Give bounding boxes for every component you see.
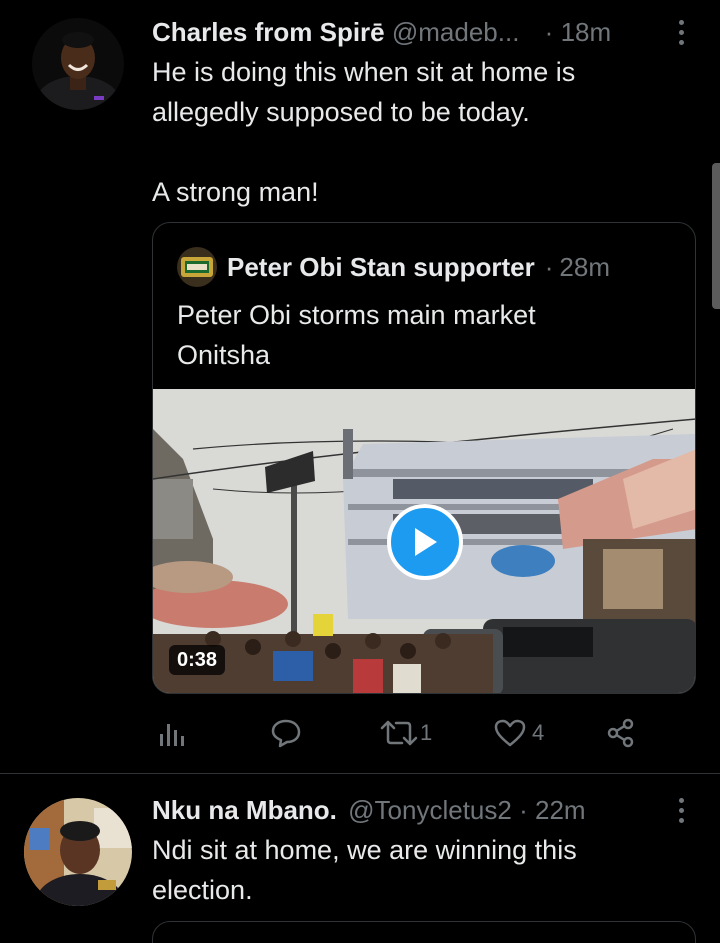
tweet-header: Nku na Mbano. @Tonycletus2 · 22m [152, 794, 586, 826]
tweet-1[interactable]: Charles from Spirē @madeb... · 18m He is… [0, 0, 720, 773]
tweet-actions: 1 4 [152, 716, 692, 756]
avatar-charles[interactable] [32, 18, 124, 110]
share-button[interactable] [606, 718, 636, 748]
retweet-icon [380, 720, 418, 746]
like-count: 4 [532, 720, 545, 745]
video-duration: 0:38 [169, 645, 226, 675]
tweet-header: Charles from Spirē @madeb... · 18m [152, 16, 611, 48]
more-options-icon[interactable] [677, 20, 685, 45]
separator-dot: · [544, 252, 554, 282]
avatar-nku[interactable] [24, 798, 132, 906]
timestamp[interactable]: 18m [561, 17, 612, 47]
author-handle[interactable]: @madeb... [392, 17, 520, 47]
quote-text: Peter Obi storms main market Onitsha [177, 300, 536, 370]
tweet-2[interactable]: Nku na Mbano. @Tonycletus2 · 22m Ndi sit… [0, 774, 720, 943]
reply-button[interactable] [270, 718, 302, 748]
video-player[interactable]: 0:38 [153, 389, 695, 693]
timestamp[interactable]: 22m [535, 795, 586, 825]
quote-author-name[interactable]: Peter Obi Stan supporter [227, 250, 535, 284]
bar-chart-icon [160, 724, 184, 746]
next-quoted-card[interactable] [152, 921, 696, 943]
share-icon [607, 718, 634, 748]
tweet-text: He is doing this when sit at home is all… [152, 57, 576, 207]
more-options-icon[interactable] [677, 798, 685, 823]
quoted-tweet[interactable]: Peter Obi Stan supporter · 28m Peter Obi… [152, 222, 696, 694]
avatar-peter-obi-stan[interactable] [177, 247, 217, 287]
scrollbar[interactable] [712, 163, 720, 309]
quote-header: Peter Obi Stan supporter · 28m [177, 247, 610, 287]
separator-dot: · [519, 795, 528, 825]
analytics-button[interactable] [158, 718, 186, 748]
heart-icon [494, 719, 526, 747]
author-handle[interactable]: @Tonycletus2 [348, 795, 512, 825]
comment-icon [271, 719, 301, 748]
author-name[interactable]: Nku na Mbano. [152, 795, 337, 825]
author-name[interactable]: Charles from Spirē [152, 17, 385, 47]
play-button[interactable] [387, 504, 463, 580]
play-icon [415, 528, 437, 556]
separator-dot: · [544, 17, 554, 47]
quote-timestamp[interactable]: 28m [559, 250, 610, 284]
retweet-count: 1 [420, 720, 433, 745]
tweet-text: Ndi sit at home, we are winning this ele… [152, 835, 577, 905]
like-button[interactable]: 4 [494, 718, 544, 748]
retweet-button[interactable]: 1 [380, 718, 432, 748]
